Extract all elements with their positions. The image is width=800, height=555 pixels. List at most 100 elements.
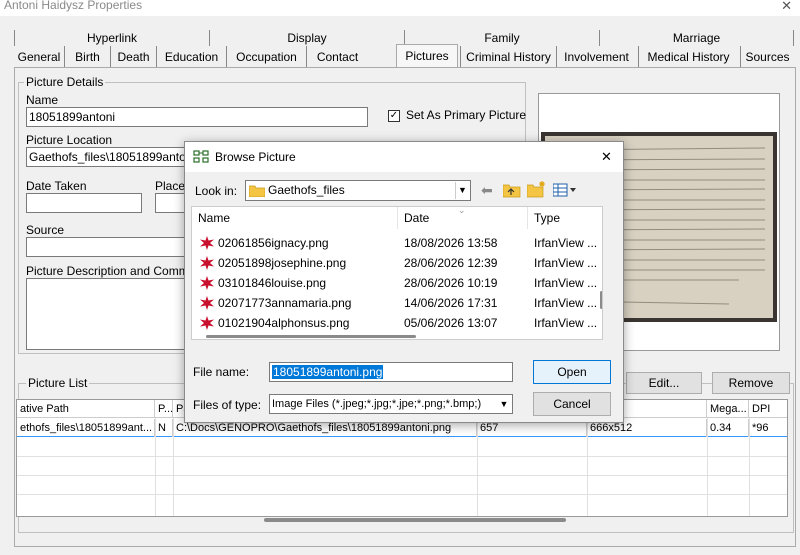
view-menu-icon[interactable] — [553, 183, 577, 197]
tab-row-front: General Birth Death Education Occupation… — [14, 44, 794, 68]
grid-line — [173, 418, 174, 516]
folder-icon — [249, 185, 265, 197]
file-type: IrfanView ... — [534, 296, 598, 310]
tab-criminal-history[interactable]: Criminal History — [460, 46, 556, 68]
grid-line — [477, 418, 478, 516]
grid-line — [17, 456, 787, 457]
column-relative-path[interactable]: ative Path — [17, 400, 155, 418]
location-field[interactable]: Gaethofs_files\18051899antoni — [26, 147, 186, 167]
window-close-icon[interactable]: ✕ — [781, 0, 792, 14]
picture-details-label: Picture Details — [24, 75, 106, 89]
file-type: IrfanView ... — [534, 276, 598, 290]
list-item[interactable]: 02051898josephine.png 28/06/2026 12:39 I… — [192, 253, 597, 273]
png-file-icon — [200, 256, 214, 270]
primary-picture-checkbox[interactable]: ✓ — [388, 110, 400, 122]
cell-relative-path: ethofs_files\18051899ant... — [17, 419, 155, 437]
new-folder-icon[interactable] — [527, 180, 547, 198]
file-type-value: Image Files (*.jpeg;*.jpg;*.jpe;*.png;*.… — [272, 398, 482, 410]
browse-app-icon — [193, 150, 209, 163]
name-label: Name — [26, 93, 59, 107]
file-name: 02051898josephine.png — [218, 256, 347, 270]
file-date: 14/06/2026 17:31 — [404, 296, 498, 310]
tab-involvement[interactable]: Involvement — [556, 46, 636, 68]
place-label: Place — [155, 179, 186, 193]
list-item[interactable]: 02071773annamaria.png 14/06/2026 17:31 I… — [192, 293, 597, 313]
look-in-combo[interactable]: Gaethofs_files — [245, 180, 471, 201]
file-type-dropdown-arrow-icon[interactable]: ▼ — [497, 396, 511, 412]
tab-education[interactable]: Education — [156, 46, 226, 68]
grid-line — [17, 494, 787, 495]
grid-line — [155, 418, 156, 516]
file-date: 28/06/2026 10:19 — [404, 276, 498, 290]
up-folder-icon[interactable] — [503, 183, 521, 198]
tab-display[interactable]: Display — [209, 30, 404, 46]
png-file-icon — [200, 276, 214, 290]
tab-general[interactable]: General — [14, 46, 64, 68]
column-megapixels[interactable]: Mega... — [707, 400, 749, 418]
file-name-value: 18051899antoni.png — [272, 365, 384, 379]
list-item[interactable]: 01021904alphonsus.png 05/06/2026 13:07 I… — [192, 313, 597, 333]
column-primary[interactable]: P... — [155, 400, 173, 418]
date-taken-field[interactable] — [26, 193, 142, 213]
file-type-label: Files of type: — [193, 398, 262, 412]
png-file-icon — [200, 236, 214, 250]
cell-dpi: *96 — [749, 419, 787, 437]
grid-line — [587, 418, 588, 516]
place-field[interactable] — [155, 193, 187, 213]
dialog-titlebar: Browse Picture ✕ — [185, 142, 623, 172]
tab-medical-history[interactable]: Medical History — [638, 46, 738, 68]
file-date: 28/06/2026 12:39 — [404, 256, 498, 270]
file-name-label: File name: — [193, 365, 250, 379]
back-arrow-icon[interactable]: ⬅ — [481, 182, 493, 199]
tab-occupation[interactable]: Occupation — [226, 46, 306, 68]
tab-sources[interactable]: Sources — [740, 46, 794, 68]
open-button[interactable]: Open — [533, 360, 611, 384]
vertical-scrollbar-thumb[interactable] — [600, 291, 602, 309]
list-item[interactable]: 03101846louise.png 28/06/2026 10:19 Irfa… — [192, 273, 597, 293]
edit-button[interactable]: Edit... — [626, 372, 702, 394]
look-in-dropdown-arrow-icon[interactable]: ▼ — [455, 182, 469, 199]
png-file-icon — [200, 296, 214, 310]
column-name[interactable]: Name — [192, 207, 398, 229]
name-field[interactable]: 18051899antoni — [26, 107, 368, 127]
look-in-label: Look in: — [195, 184, 238, 198]
file-list-horizontal-scrollbar-thumb[interactable] — [206, 335, 416, 338]
tab-contact[interactable]: Contact — [306, 46, 368, 68]
sort-chevron-icon: ⌄ — [458, 206, 466, 215]
source-field[interactable] — [26, 237, 186, 257]
horizontal-scrollbar-thumb[interactable] — [264, 518, 566, 522]
window-titlebar: Antoni Haidysz Properties ✕ — [0, 0, 800, 16]
location-label: Picture Location — [26, 133, 113, 147]
file-list-header: Name Date Type — [192, 207, 602, 229]
file-type: IrfanView ... — [534, 316, 598, 330]
file-type: IrfanView ... — [534, 236, 598, 250]
tab-death[interactable]: Death — [110, 46, 156, 68]
file-name-field[interactable]: 18051899antoni.png — [269, 362, 513, 382]
list-item[interactable]: 02061856ignacy.png 18/08/2026 13:58 Irfa… — [192, 233, 597, 253]
column-dpi[interactable]: DPI — [749, 400, 787, 418]
grid-line — [749, 418, 750, 516]
png-file-icon — [200, 316, 214, 330]
tab-birth[interactable]: Birth — [64, 46, 110, 68]
cancel-button[interactable]: Cancel — [533, 392, 611, 416]
source-label: Source — [26, 223, 65, 237]
cell-primary: N — [155, 419, 173, 437]
remove-button[interactable]: Remove — [712, 372, 790, 394]
window-title: Antoni Haidysz Properties — [4, 0, 143, 12]
tab-hyperlink[interactable]: Hyperlink — [14, 30, 209, 46]
description-field[interactable] — [26, 278, 186, 350]
grid-line — [17, 475, 787, 476]
cell-megapixels: 0.34 — [707, 419, 749, 437]
tab-marriage[interactable]: Marriage — [599, 30, 794, 46]
file-type-combo[interactable]: Image Files (*.jpeg;*.jpg;*.jpe;*.png;*.… — [269, 394, 513, 414]
dialog-close-icon[interactable]: ✕ — [601, 149, 612, 165]
browse-picture-dialog: Browse Picture ✕ Look in: Gaethofs_files… — [184, 141, 624, 423]
tab-pictures[interactable]: Pictures — [396, 44, 458, 68]
column-type[interactable]: Type — [528, 207, 602, 229]
dialog-title: Browse Picture — [215, 150, 296, 164]
file-date: 05/06/2026 13:07 — [404, 316, 498, 330]
look-in-value: Gaethofs_files — [268, 183, 345, 197]
primary-picture-label: Set As Primary Picture — [406, 108, 527, 122]
file-list[interactable]: Name Date Type ⌄ 02061856ignacy.png 18/0… — [191, 206, 603, 340]
picture-list-label: Picture List — [26, 376, 90, 390]
